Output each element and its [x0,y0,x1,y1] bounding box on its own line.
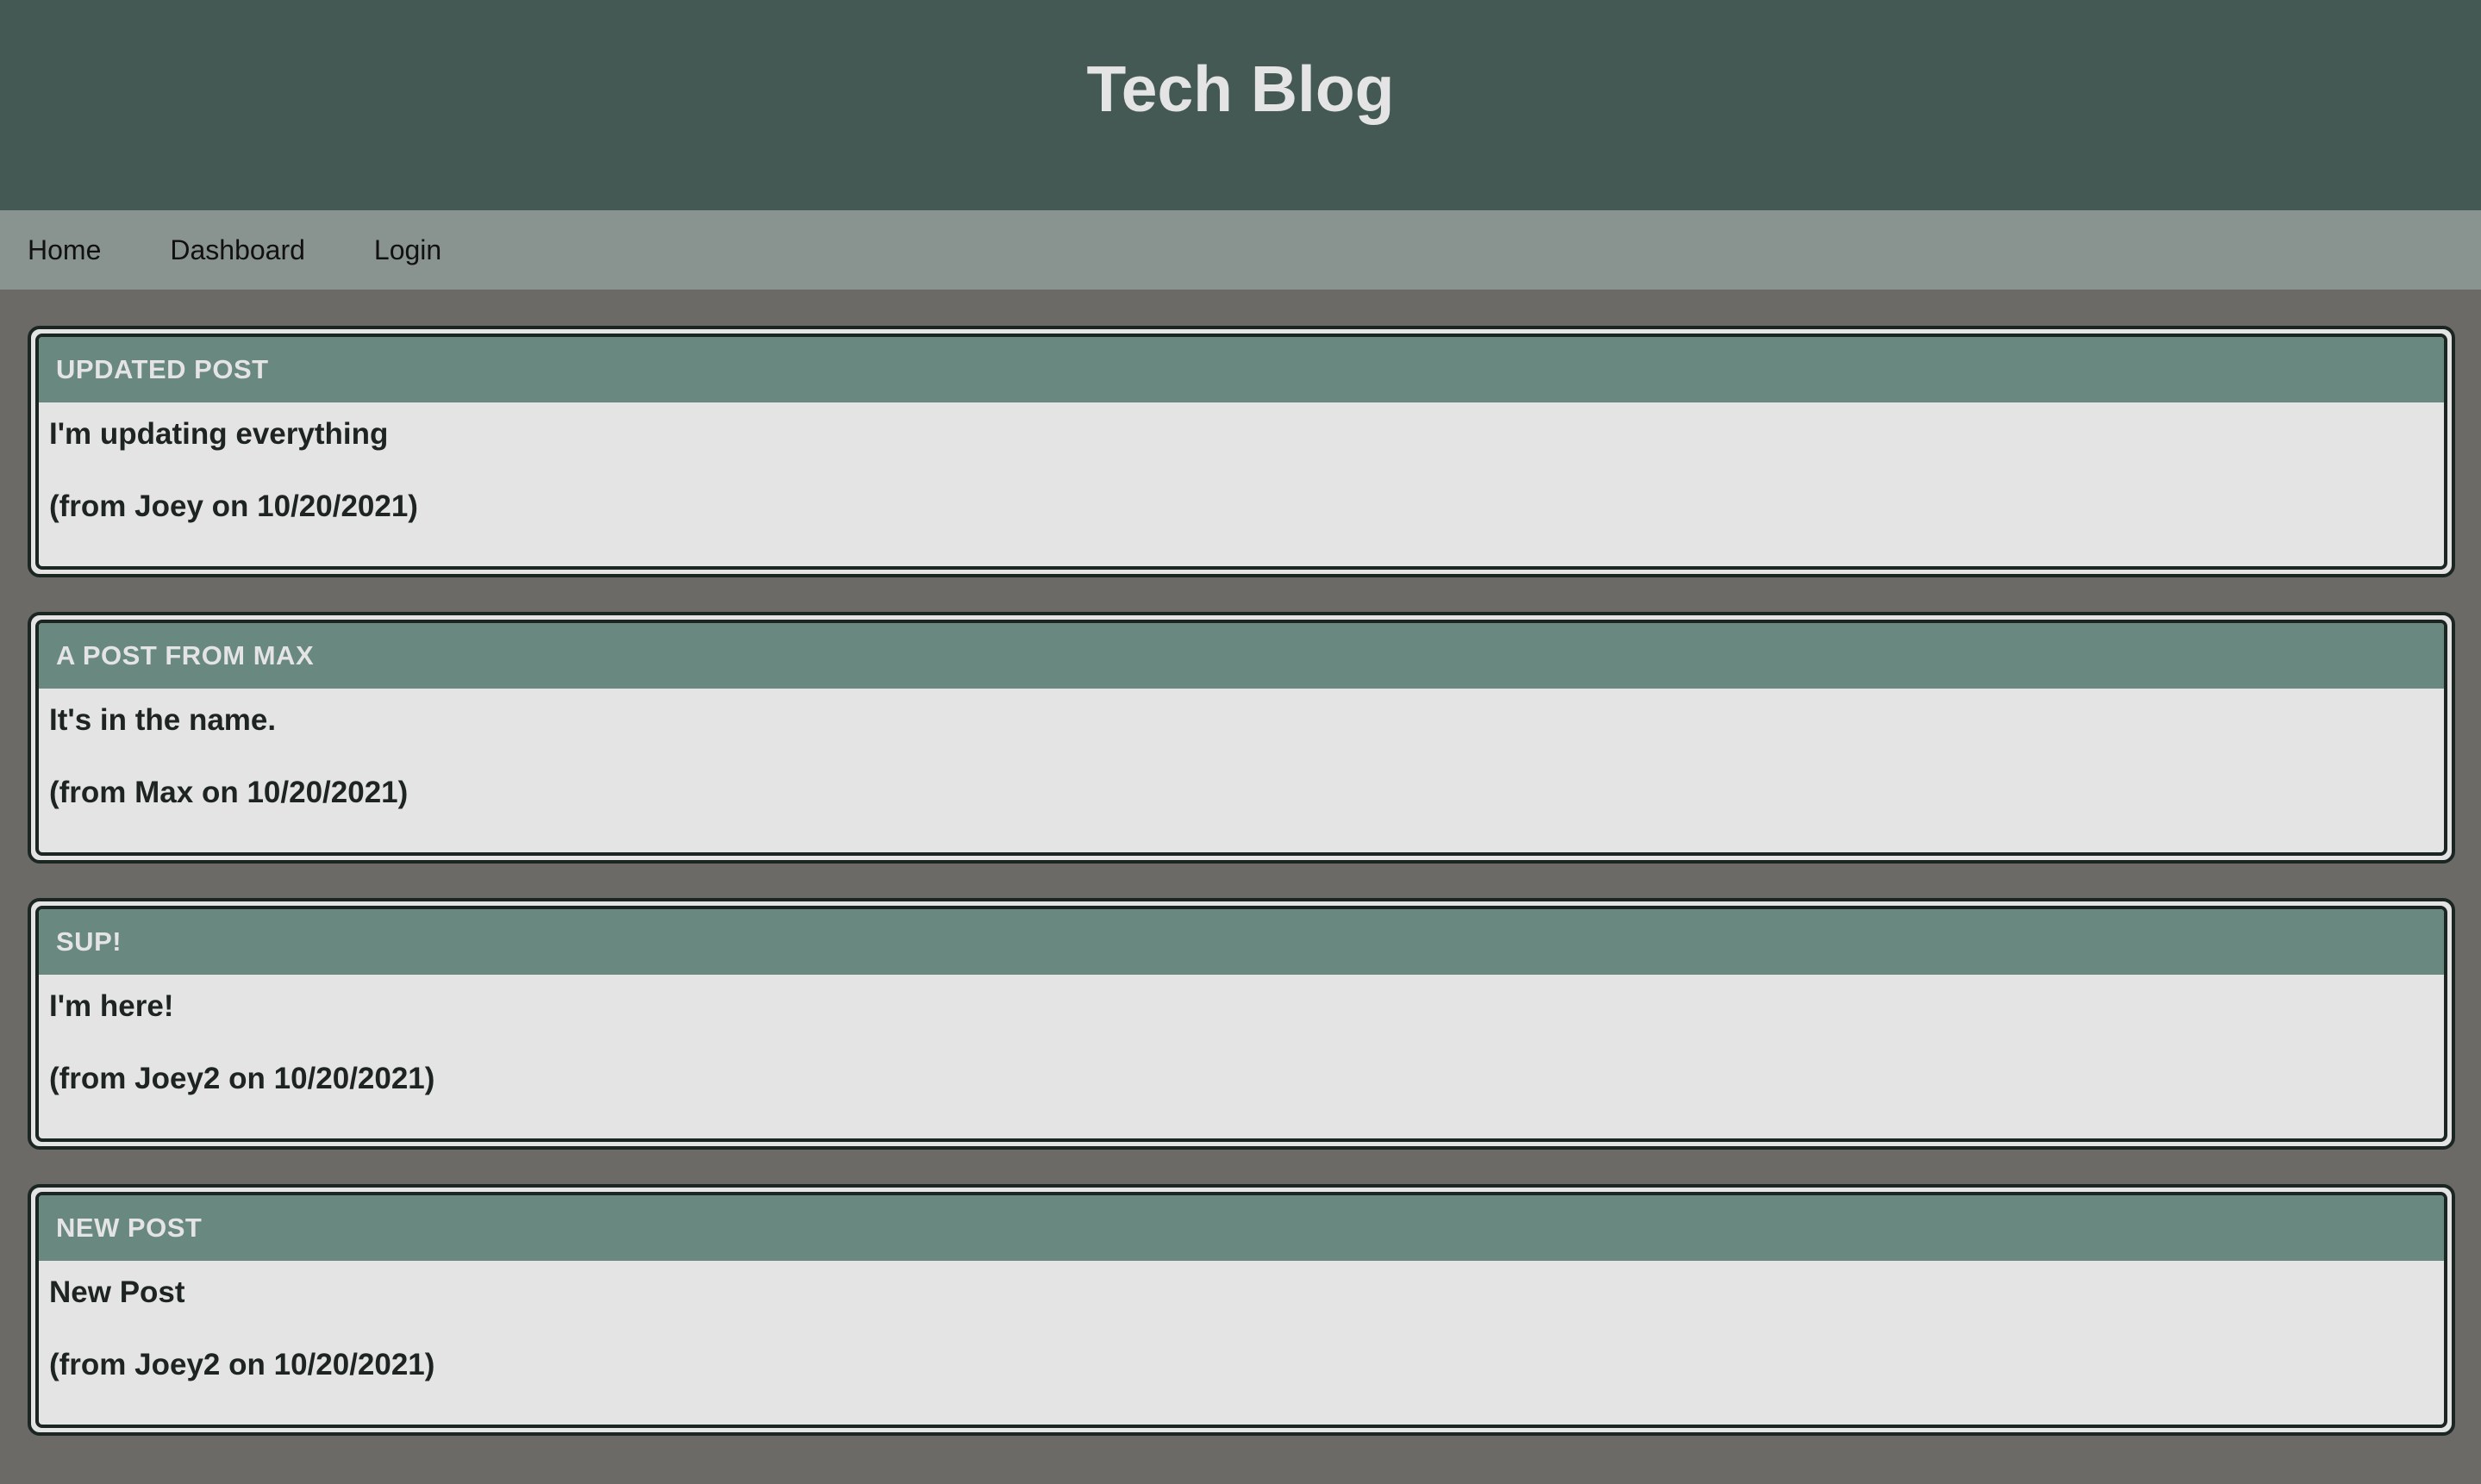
nav-link-home[interactable]: Home [28,233,101,267]
post-meta: (from Joey2 on 10/20/2021) [49,1348,435,1381]
post-content: I'm here! [49,989,174,1023]
post-content: New Post [49,1275,185,1309]
post-card-inner: SUP! I'm here! (from Joey2 on 10/20/2021… [35,906,2447,1142]
post-meta: (from Joey on 10/20/2021) [49,489,418,523]
nav-link-login[interactable]: Login [374,233,441,267]
nav-bar: Home Dashboard Login [0,210,2481,290]
site-title: Tech Blog [1086,53,1395,125]
site-header: Tech Blog [0,0,2481,210]
post-title[interactable]: NEW POST [39,1195,2444,1261]
post-title[interactable]: A POST FROM MAX [39,623,2444,689]
post-card[interactable]: NEW POST New Post (from Joey2 on 10/20/2… [28,1184,2455,1436]
post-card[interactable]: UPDATED POST I'm updating everything (fr… [28,326,2455,577]
post-card[interactable]: SUP! I'm here! (from Joey2 on 10/20/2021… [28,898,2455,1150]
post-content: It's in the name. [49,703,277,737]
post-card-inner: UPDATED POST I'm updating everything (fr… [35,334,2447,570]
post-title[interactable]: SUP! [39,909,2444,975]
post-list: UPDATED POST I'm updating everything (fr… [0,290,2481,1436]
post-card-inner: A POST FROM MAX It's in the name. (from … [35,620,2447,856]
post-meta: (from Max on 10/20/2021) [49,776,409,809]
post-card[interactable]: A POST FROM MAX It's in the name. (from … [28,612,2455,864]
nav-link-dashboard[interactable]: Dashboard [170,233,305,267]
post-title[interactable]: UPDATED POST [39,337,2444,402]
post-card-inner: NEW POST New Post (from Joey2 on 10/20/2… [35,1192,2447,1428]
post-content: I'm updating everything [49,417,389,451]
post-meta: (from Joey2 on 10/20/2021) [49,1062,435,1095]
